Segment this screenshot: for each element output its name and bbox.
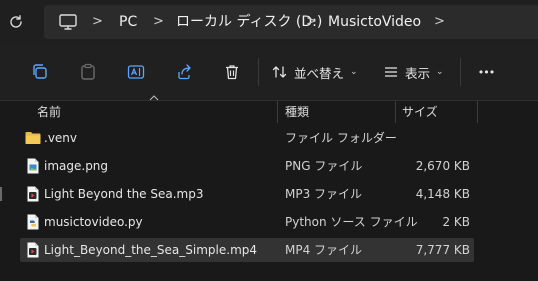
- file-type: MP4 ファイル: [285, 243, 363, 257]
- breadcrumb-separator[interactable]: >: [434, 5, 445, 39]
- file-size: [400, 126, 470, 150]
- list-item[interactable]: Light Beyond the Sea.mp3 MP3 ファイル 4,148 …: [0, 182, 474, 206]
- view-label: 表示: [405, 65, 431, 81]
- rename-button[interactable]: [124, 56, 148, 88]
- view-button[interactable]: 表示 ⌄: [383, 56, 444, 88]
- breadcrumb-drive-d[interactable]: ローカル ディスク (D:): [176, 5, 322, 39]
- address-box[interactable]: > PC > ローカル ディスク (D:) > MusictoVideo >: [44, 5, 538, 39]
- file-size: 7,777 KB: [415, 243, 470, 257]
- list-item[interactable]: Light_Beyond_the_Sea_Simple.mp4 MP4 ファイル…: [20, 238, 474, 262]
- list-item[interactable]: .venv ファイル フォルダー: [20, 126, 474, 150]
- file-name: image.png: [44, 159, 109, 173]
- selection-indicator: [0, 187, 2, 201]
- sort-icon: [272, 66, 287, 78]
- breadcrumb-separator[interactable]: >: [153, 5, 164, 39]
- file-size: 2 KB: [442, 215, 470, 229]
- trash-icon: [226, 65, 238, 80]
- list-item[interactable]: image.png PNG ファイル 2,670 KB: [20, 154, 474, 178]
- toolbar-divider: [460, 58, 461, 86]
- file-type: MP3 ファイル: [285, 187, 363, 201]
- sort-up-indicator-icon: [149, 95, 159, 101]
- file-type: Python ソース ファイル: [285, 215, 418, 229]
- file-name: .venv: [44, 131, 78, 145]
- copy-button[interactable]: [28, 56, 52, 88]
- column-header-type[interactable]: 種類: [285, 101, 309, 123]
- breadcrumb-musictovideo[interactable]: MusictoVideo: [328, 5, 421, 39]
- share-button[interactable]: [172, 56, 196, 88]
- toolbar-divider: [258, 58, 259, 86]
- file-size: 2,670 KB: [415, 159, 470, 173]
- file-name: Light_Beyond_the_Sea_Simple.mp4: [44, 243, 258, 257]
- python-file-icon: [27, 214, 39, 230]
- address-bar-region: > PC > ローカル ディスク (D:) > MusictoVideo >: [0, 0, 538, 44]
- command-bar: 並べ替え ⌄ 表示 ⌄ •••: [0, 44, 538, 101]
- breadcrumb-separator[interactable]: >: [306, 5, 317, 39]
- list-item[interactable]: musictovideo.py Python ソース ファイル 2 KB: [20, 210, 474, 234]
- file-type: PNG ファイル: [285, 159, 363, 173]
- chevron-down-icon: ⌄: [436, 67, 444, 77]
- breadcrumb-pc[interactable]: PC: [119, 5, 137, 39]
- paste-icon: [81, 63, 95, 80]
- file-list: 名前 種類 サイズ .venv ファイル フォルダー image.png PNG…: [0, 95, 538, 281]
- file-size: 4,148 KB: [415, 187, 470, 201]
- column-header-size[interactable]: サイズ: [402, 101, 438, 123]
- view-list-icon: [385, 67, 397, 77]
- column-divider[interactable]: [395, 101, 396, 123]
- breadcrumb-separator[interactable]: >: [92, 5, 103, 39]
- paste-button[interactable]: [76, 56, 100, 88]
- audio-file-icon: [27, 186, 39, 202]
- more-options-button[interactable]: •••: [474, 56, 498, 88]
- sort-label: 並べ替え: [294, 65, 345, 81]
- copy-icon: [33, 64, 47, 79]
- column-divider[interactable]: [277, 101, 278, 123]
- column-header-row: 名前 種類 サイズ: [0, 95, 538, 123]
- file-name: musictovideo.py: [44, 215, 143, 229]
- this-pc-icon[interactable]: [59, 14, 77, 30]
- column-header-name[interactable]: 名前: [37, 101, 61, 123]
- file-type: ファイル フォルダー: [285, 131, 397, 145]
- video-file-icon: [27, 242, 39, 258]
- image-file-icon: [27, 158, 39, 174]
- sort-button[interactable]: 並べ替え ⌄: [272, 56, 358, 88]
- share-icon: [178, 64, 191, 80]
- file-name: Light Beyond the Sea.mp3: [44, 187, 204, 201]
- folder-icon: [25, 132, 41, 144]
- column-divider[interactable]: [477, 101, 478, 123]
- chevron-down-icon: ⌄: [350, 67, 358, 77]
- delete-button[interactable]: [220, 56, 244, 88]
- refresh-icon[interactable]: [6, 12, 26, 32]
- rename-icon: [127, 65, 145, 79]
